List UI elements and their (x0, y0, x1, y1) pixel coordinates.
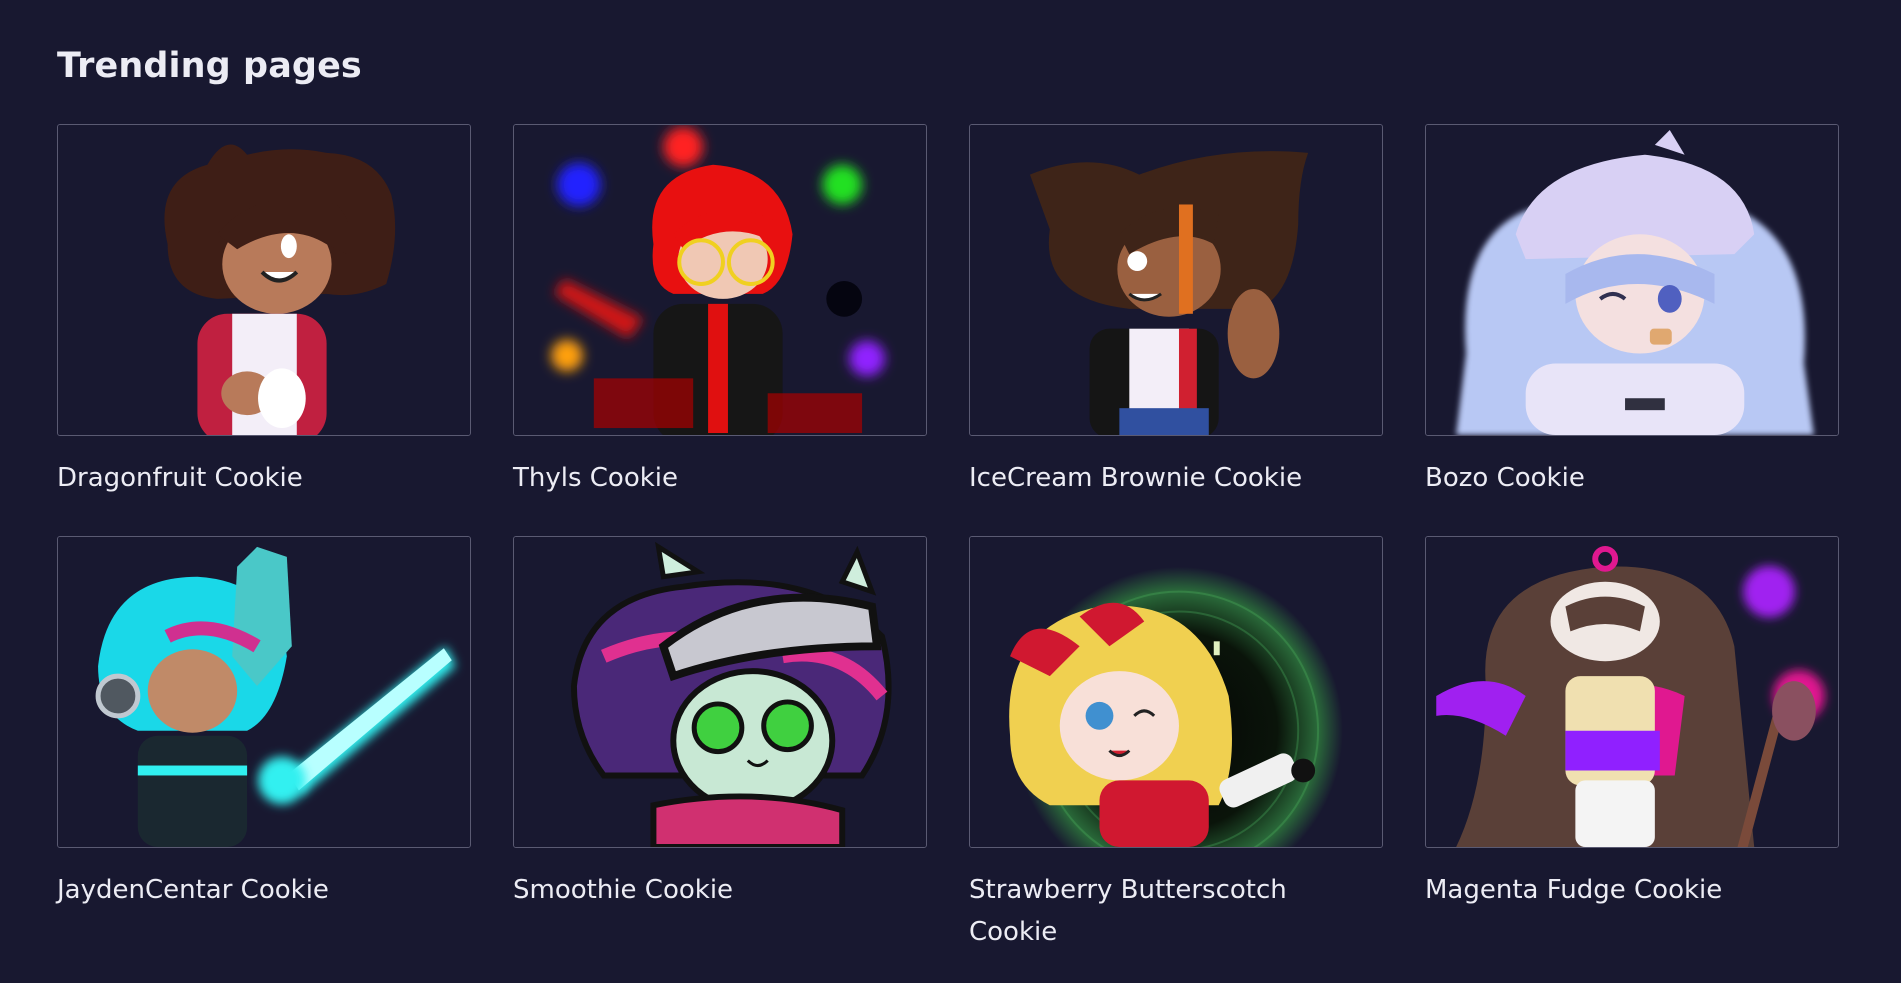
page-thumbnail[interactable] (969, 536, 1383, 848)
page-thumbnail[interactable] (1425, 124, 1839, 436)
page-thumbnail[interactable] (57, 124, 471, 436)
character-avatar-image (514, 537, 926, 847)
page-card-thyls[interactable]: Thyls Cookie (513, 124, 927, 536)
character-avatar-image (58, 537, 470, 847)
page-card-label[interactable]: Thyls Cookie (513, 457, 893, 499)
page-card-dragonfruit[interactable]: Dragonfruit Cookie (57, 124, 471, 536)
page-card-label[interactable]: JaydenCentar Cookie (57, 869, 437, 911)
section-title: Trending pages (57, 46, 362, 86)
character-avatar-image (514, 125, 926, 435)
trending-pages-grid: Dragonfruit Cookie Thyls Cookie IceCream… (57, 124, 1839, 948)
page-thumbnail[interactable] (513, 536, 927, 848)
page-card-bozo[interactable]: Bozo Cookie (1425, 124, 1839, 536)
page-card-jaydencentar[interactable]: JaydenCentar Cookie (57, 536, 471, 948)
page-card-smoothie[interactable]: Smoothie Cookie (513, 536, 927, 948)
page-card-magenta-fudge[interactable]: Magenta Fudge Cookie (1425, 536, 1839, 948)
page-card-label[interactable]: Dragonfruit Cookie (57, 457, 437, 499)
page-thumbnail[interactable] (969, 124, 1383, 436)
page-card-label[interactable]: Strawberry Butterscotch Cookie (969, 869, 1349, 953)
character-avatar-image (58, 125, 470, 435)
character-avatar-image (1426, 125, 1838, 435)
character-avatar-image (970, 537, 1382, 847)
page-thumbnail[interactable] (1425, 536, 1839, 848)
character-avatar-image (1426, 537, 1838, 847)
page-thumbnail[interactable] (513, 124, 927, 436)
page-card-label[interactable]: Smoothie Cookie (513, 869, 893, 911)
page-card-strawberry-butterscotch[interactable]: Strawberry Butterscotch Cookie (969, 536, 1383, 948)
character-avatar-image (970, 125, 1382, 435)
page-thumbnail[interactable] (57, 536, 471, 848)
page-card-icecream-brownie[interactable]: IceCream Brownie Cookie (969, 124, 1383, 536)
page-card-label[interactable]: Bozo Cookie (1425, 457, 1805, 499)
page-card-label[interactable]: Magenta Fudge Cookie (1425, 869, 1805, 911)
page-card-label[interactable]: IceCream Brownie Cookie (969, 457, 1349, 499)
